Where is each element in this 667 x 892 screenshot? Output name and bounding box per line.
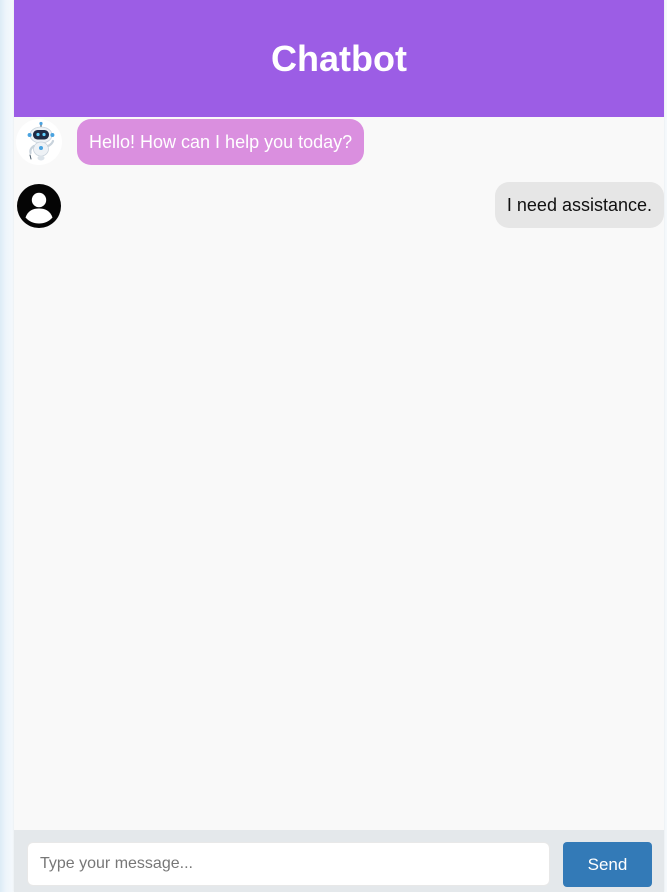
message-input[interactable] (27, 842, 550, 886)
send-button[interactable]: Send (563, 842, 652, 887)
message-list[interactable]: Hello! How can I help you today? I need … (14, 117, 664, 830)
chat-title: Chatbot (271, 37, 407, 79)
input-bar: Send (14, 830, 664, 892)
chat-header: Chatbot (14, 0, 664, 117)
page: Chatbot Hello! How can I help you today?… (0, 0, 667, 892)
user-message-bubble: I need assistance. (494, 182, 664, 228)
bot-message-bubble: Hello! How can I help you today? (77, 119, 365, 165)
robot-icon (16, 119, 62, 165)
chat-window: Chatbot Hello! How can I help you today?… (14, 0, 664, 892)
user-avatar-icon (16, 183, 62, 229)
